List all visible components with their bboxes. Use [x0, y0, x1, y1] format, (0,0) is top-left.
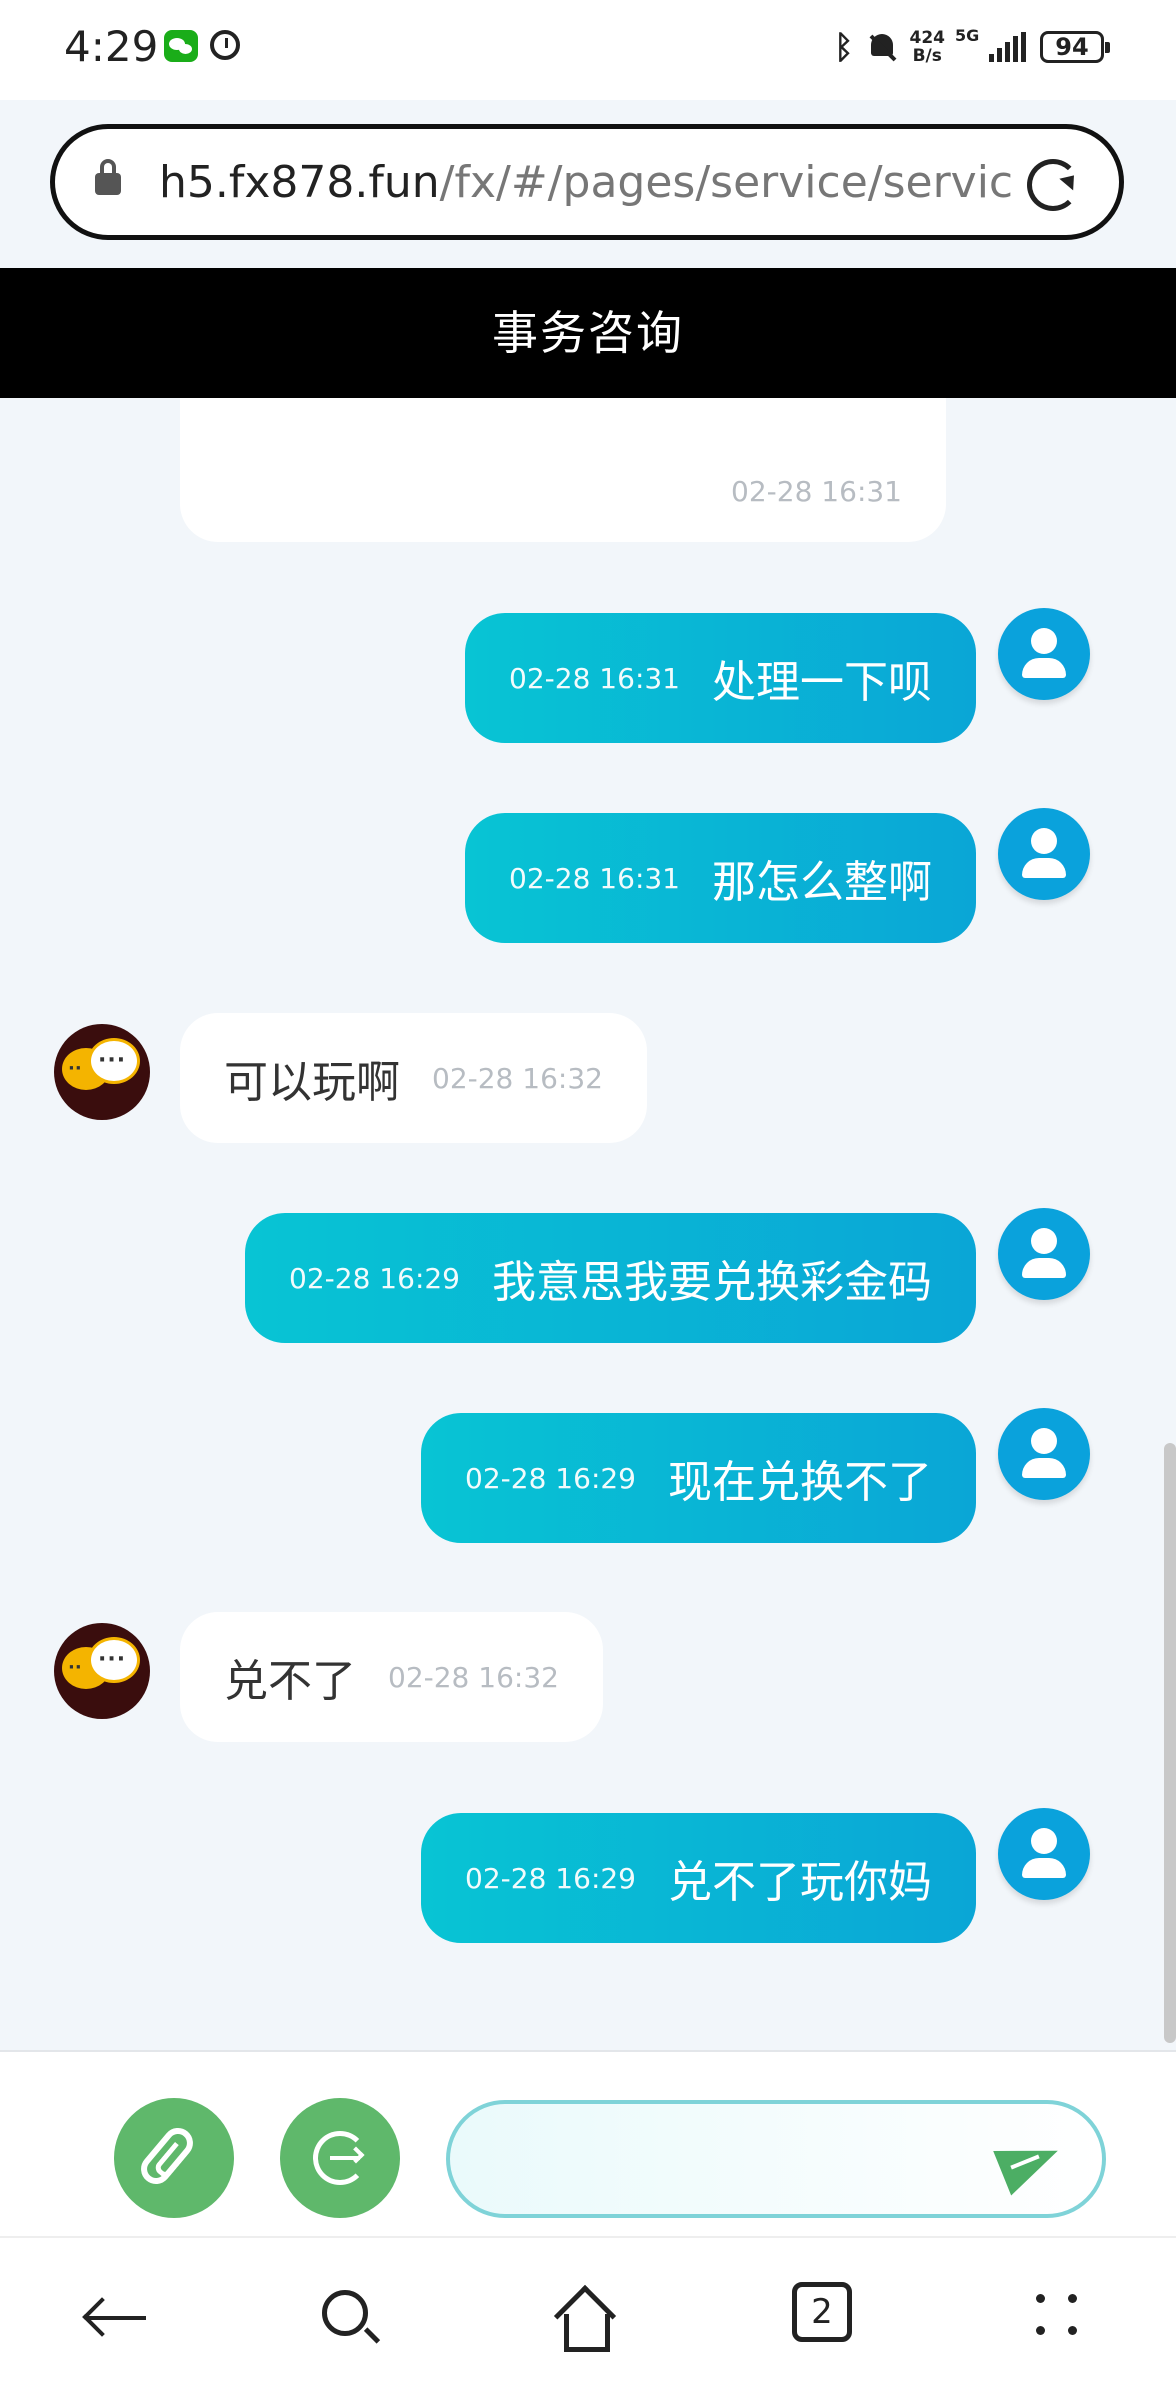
battery-indicator: 94 [1040, 31, 1110, 63]
send-icon[interactable] [993, 2128, 1067, 2196]
exit-icon [313, 2131, 367, 2185]
message-text: 可以玩啊 [224, 1057, 400, 1108]
url-text[interactable]: h5.fx878.fun/fx/#/pages/service/servic [159, 155, 1039, 211]
status-time: 4:29 [64, 22, 159, 71]
url-path: /fx/#/pages/service/servic [439, 157, 1014, 208]
menu-dots-icon [1032, 2290, 1082, 2340]
tab-count: 2 [792, 2282, 852, 2342]
user-avatar[interactable] [998, 1808, 1090, 1900]
search-icon [322, 2290, 368, 2336]
agent-avatar[interactable]: ·· ··· [54, 1024, 150, 1120]
home-button[interactable] [542, 2278, 632, 2358]
user-avatar[interactable] [998, 1208, 1090, 1300]
network-speed: 424 B/s [910, 29, 946, 65]
url-host: h5.fx878.fun [159, 157, 440, 208]
tabs-button[interactable]: 2 [778, 2278, 868, 2358]
status-bar: 4:29 ᛒ 424 B/s 5G 94 [0, 0, 1176, 100]
agent-avatar[interactable]: ·· ··· [54, 1623, 150, 1719]
back-arrow-icon [88, 2316, 146, 2320]
bluetooth-icon: ᛒ [834, 28, 854, 66]
message-time: 02-28 16:29 [465, 1461, 636, 1495]
home-icon [553, 2284, 618, 2352]
reload-icon[interactable] [1027, 159, 1079, 211]
agent-message-bubble: 可以玩啊 02-28 16:32 [180, 1013, 647, 1143]
user-avatar[interactable] [998, 608, 1090, 700]
message-text: 我意思我要兑换彩金码 [492, 1257, 932, 1308]
message-time: 02-28 16:29 [289, 1261, 460, 1295]
message-composer [0, 2050, 1176, 2236]
alarm-icon [210, 30, 240, 60]
wechat-icon [164, 30, 198, 62]
page-header: 事务咨询 [0, 268, 1176, 398]
message-text: 现在兑换不了 [668, 1457, 932, 1508]
menu-button[interactable] [1012, 2278, 1102, 2358]
message-text: 兑不了 [224, 1656, 356, 1707]
status-system-icons: ᛒ 424 B/s 5G 94 [834, 26, 1110, 66]
paperclip-icon [134, 2121, 200, 2191]
user-message-bubble: 02-28 16:31 处理一下呗 [465, 613, 976, 743]
network-speed-value: 424 [909, 28, 946, 48]
message-time: 02-28 16:29 [465, 1861, 636, 1895]
message-time: 02-28 16:32 [388, 1660, 559, 1694]
mute-icon [868, 32, 896, 62]
back-button[interactable] [74, 2278, 164, 2358]
user-message-bubble: 02-28 16:29 我意思我要兑换彩金码 [245, 1213, 976, 1343]
message-time: 02-28 16:32 [432, 1061, 603, 1095]
message-time: 02-28 16:31 [731, 475, 902, 508]
user-avatar[interactable] [998, 1408, 1090, 1500]
network-type: 5G [955, 26, 980, 45]
agent-message-bubble: 02-28 16:31 [180, 398, 946, 542]
attach-button[interactable] [114, 2098, 234, 2218]
user-message-bubble: 02-28 16:31 那怎么整啊 [465, 813, 976, 943]
exit-chat-button[interactable] [280, 2098, 400, 2218]
user-message-bubble: 02-28 16:29 兑不了玩你妈 [421, 1813, 976, 1943]
lock-icon[interactable] [95, 159, 121, 195]
user-message-bubble: 02-28 16:29 现在兑换不了 [421, 1413, 976, 1543]
search-button[interactable] [306, 2278, 396, 2358]
address-bar[interactable]: h5.fx878.fun/fx/#/pages/service/servic [50, 124, 1124, 240]
status-notification-icons [164, 30, 240, 62]
browser-bottom-nav: 2 [0, 2236, 1176, 2400]
network-speed-unit: B/s [912, 46, 942, 66]
message-text: 那怎么整啊 [712, 857, 932, 908]
message-time: 02-28 16:31 [509, 661, 680, 695]
user-avatar[interactable] [998, 808, 1090, 900]
page-title: 事务咨询 [492, 306, 684, 360]
message-text: 兑不了玩你妈 [668, 1857, 932, 1908]
chat-scrollbar[interactable] [1164, 1443, 1176, 2043]
chat-message-list[interactable]: 02-28 16:31 02-28 16:31 处理一下呗 02-28 16:3… [0, 398, 1176, 2050]
message-text: 处理一下呗 [712, 657, 932, 708]
message-time: 02-28 16:31 [509, 861, 680, 895]
agent-message-bubble: 兑不了 02-28 16:32 [180, 1612, 603, 1742]
signal-icon: 5G [955, 26, 1026, 62]
